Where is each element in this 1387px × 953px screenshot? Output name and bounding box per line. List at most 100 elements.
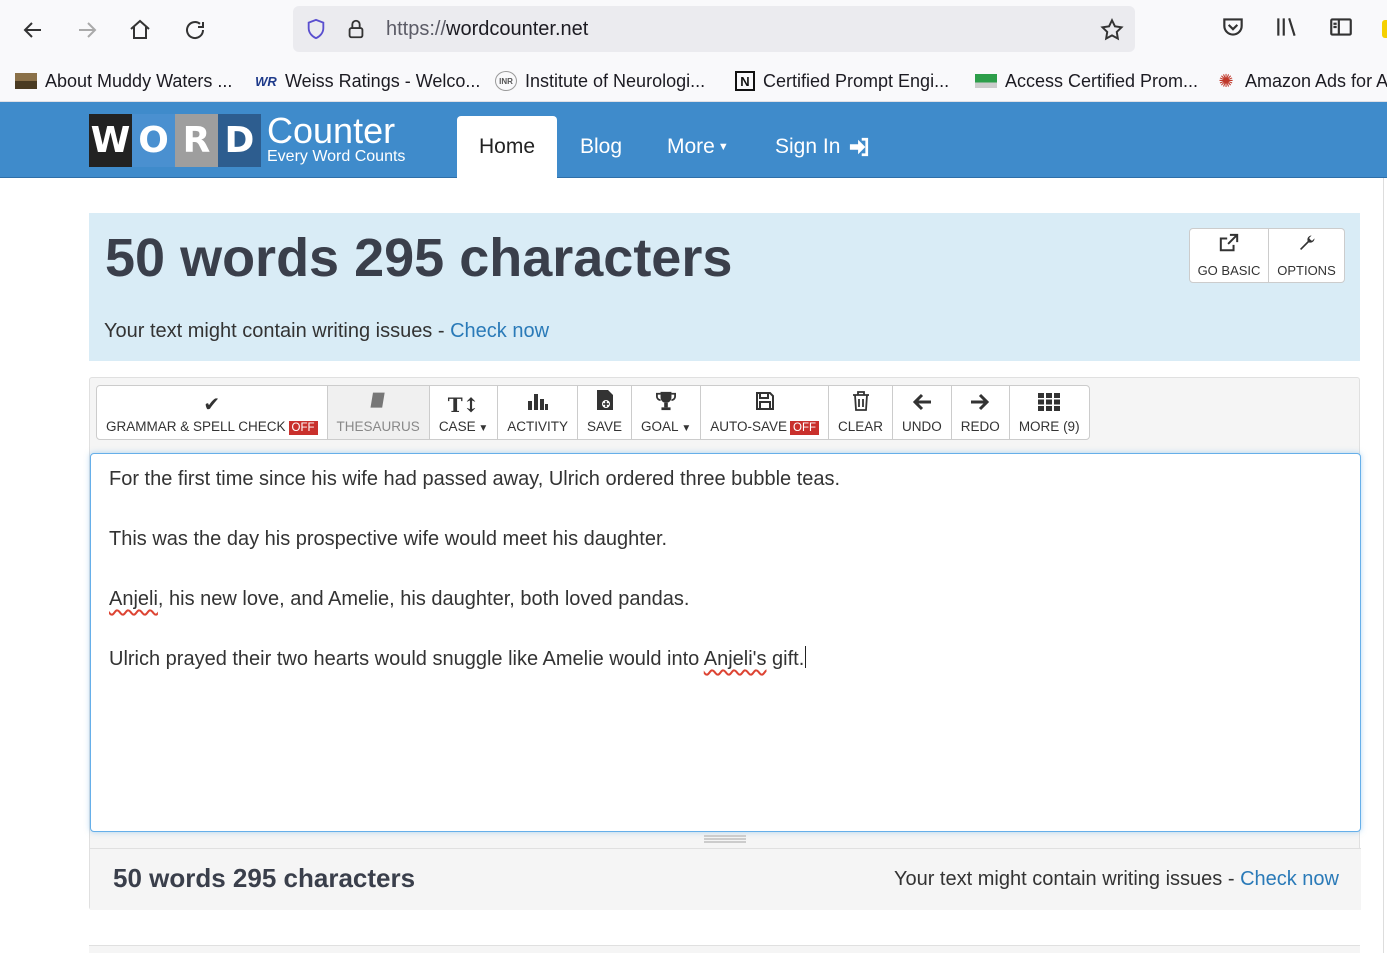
undo-label: UNDO	[902, 419, 942, 434]
site-logo[interactable]: W O R D Counter Every Word Counts	[89, 110, 406, 167]
activity-button[interactable]: ACTIVITY	[497, 385, 579, 440]
logo-text: Counter Every Word Counts	[267, 110, 406, 165]
goal-label: GOAL	[641, 419, 679, 434]
grid-icon	[1038, 393, 1061, 416]
editor-resize-handle[interactable]	[704, 835, 746, 843]
issues-text: Your text might contain writing issues -	[104, 320, 451, 342]
nav-home[interactable]: Home	[457, 116, 558, 178]
bookmark-access-certified[interactable]: Access Certified Prom...	[975, 68, 1198, 94]
nav-home-label: Home	[479, 135, 536, 158]
options-label: OPTIONS	[1277, 263, 1336, 278]
bookmark-prompt-engineer[interactable]: N Certified Prompt Engi...	[735, 68, 949, 94]
library-icon[interactable]	[1274, 14, 1300, 40]
hero-buttons: GO BASIC OPTIONS	[1189, 228, 1345, 283]
site-nav: W O R D Counter Every Word Counts Home B…	[0, 102, 1387, 178]
check-now-link[interactable]: Check now	[450, 320, 549, 342]
inr-icon: INR	[495, 71, 517, 91]
bookmark-amazon-ads[interactable]: ✺ Amazon Ads for A	[1215, 68, 1387, 94]
paragraph-text: gift.	[766, 648, 805, 670]
next-section-edge	[89, 945, 1360, 953]
text-editor[interactable]: For the first time since his wife had pa…	[90, 453, 1361, 832]
undo-button[interactable]: UNDO	[892, 385, 952, 440]
logo-letter-d: D	[218, 114, 261, 167]
bookmarks-bar: About Muddy Waters ... WR Weiss Ratings …	[0, 60, 1387, 102]
nav-blog[interactable]: Blog	[580, 116, 622, 178]
flag-icon	[975, 74, 997, 88]
logo-name: Counter	[267, 110, 396, 151]
options-button[interactable]: OPTIONS	[1269, 228, 1345, 283]
shield-icon[interactable]	[305, 17, 327, 41]
nav-more[interactable]: More ▼	[667, 116, 729, 178]
caret-down-icon: ▼	[475, 423, 489, 434]
goal-button[interactable]: GOAL ▼	[631, 385, 702, 440]
reload-button[interactable]	[177, 12, 213, 48]
forward-button[interactable]	[69, 12, 105, 48]
editor-paragraph: This was the day his prospective wife wo…	[109, 528, 668, 550]
autosave-off-badge: OFF	[790, 421, 820, 435]
page-scrollbar[interactable]	[1383, 178, 1387, 953]
case-label: CASE	[438, 419, 476, 434]
clear-button[interactable]: CLEAR	[828, 385, 894, 440]
extension-badge[interactable]	[1382, 20, 1387, 38]
editor-paragraph: Anjeli, his new love, and Amelie, his da…	[109, 584, 1342, 614]
bookmark-label: Certified Prompt Engi...	[763, 70, 950, 91]
lock-icon[interactable]	[345, 17, 367, 41]
reload-icon	[186, 21, 205, 39]
landscape-icon	[15, 73, 37, 89]
footer-check-now-link[interactable]: Check now	[1240, 868, 1339, 890]
arrow-right-icon	[79, 22, 97, 38]
logo-letter-r: R	[175, 114, 218, 167]
bookmark-weiss-ratings[interactable]: WR Weiss Ratings - Welco...	[255, 68, 480, 94]
browser-toolbar: https://wordcounter.net	[0, 0, 1387, 60]
count-hero: 50 words 295 characters Your text might …	[89, 213, 1360, 361]
sign-in-icon	[850, 137, 869, 157]
misspelled-word[interactable]: Anjeli	[109, 588, 158, 610]
case-label-row: CASE ▼	[439, 419, 488, 434]
nav-sign-in[interactable]: Sign In	[775, 116, 870, 178]
clear-label: CLEAR	[838, 419, 884, 434]
trophy-icon	[655, 391, 677, 416]
caret-down-icon: ▼	[717, 141, 729, 153]
writing-issues-notice: Your text might contain writing issues -…	[104, 320, 549, 343]
book-icon	[368, 391, 388, 416]
grammar-off-badge: OFF	[288, 421, 318, 435]
pocket-icon[interactable]	[1220, 14, 1246, 40]
thesaurus-button[interactable]: THESAURUS	[326, 385, 430, 440]
misspelled-word[interactable]: Anjeli's	[704, 648, 767, 670]
grammar-label-row: GRAMMAR & SPELL CHECK OFF	[106, 419, 318, 435]
bookmark-muddy-waters[interactable]: About Muddy Waters ...	[15, 68, 232, 94]
more-tools-label: MORE (9)	[1018, 419, 1080, 434]
floppy-disk-icon	[755, 391, 775, 416]
nav-blog-label: Blog	[580, 135, 623, 158]
bookmark-label: About Muddy Waters ...	[45, 70, 233, 91]
arrow-left-icon	[912, 393, 932, 416]
case-button[interactable]: T↕ CASE ▼	[428, 385, 499, 440]
footer-writing-issues: Your text might contain writing issues -…	[894, 868, 1339, 891]
paragraph-text: Ulrich prayed their two hearts would snu…	[109, 648, 704, 670]
editor-paragraph: For the first time since his wife had pa…	[109, 468, 841, 490]
count-footer: 50 words 295 characters Your text might …	[90, 848, 1361, 910]
logo-tagline: Every Word Counts	[267, 148, 406, 165]
paragraph-text: , his new love, and Amelie, his daughter…	[157, 588, 690, 610]
url-bar[interactable]: https://wordcounter.net	[293, 6, 1135, 52]
redo-button[interactable]: REDO	[950, 385, 1010, 440]
sidebar-icon[interactable]	[1328, 14, 1354, 40]
goal-label-row: GOAL ▼	[641, 419, 691, 434]
bar-chart-icon	[527, 391, 549, 416]
auto-save-button[interactable]: AUTO-SAVE OFF	[700, 385, 830, 440]
autosave-label-row: AUTO-SAVE OFF	[710, 419, 820, 435]
save-button[interactable]: SAVE	[577, 385, 633, 440]
url-text[interactable]: https://wordcounter.net	[386, 18, 588, 41]
bookmark-neurology[interactable]: INR Institute of Neurologi...	[495, 68, 705, 94]
home-button[interactable]	[122, 12, 158, 48]
checkmark-icon: ✔	[203, 394, 221, 416]
more-tools-button[interactable]: MORE (9)	[1008, 385, 1090, 440]
go-basic-button[interactable]: GO BASIC	[1189, 228, 1269, 283]
trash-icon	[852, 391, 870, 416]
grammar-spell-check-button[interactable]: ✔ GRAMMAR & SPELL CHECK OFF	[96, 385, 328, 440]
bookmark-star-icon[interactable]	[1099, 17, 1125, 43]
back-button[interactable]	[15, 12, 51, 48]
save-label: SAVE	[587, 419, 623, 434]
thesaurus-label: THESAURUS	[336, 419, 420, 434]
nav-more-label: More	[667, 135, 715, 158]
